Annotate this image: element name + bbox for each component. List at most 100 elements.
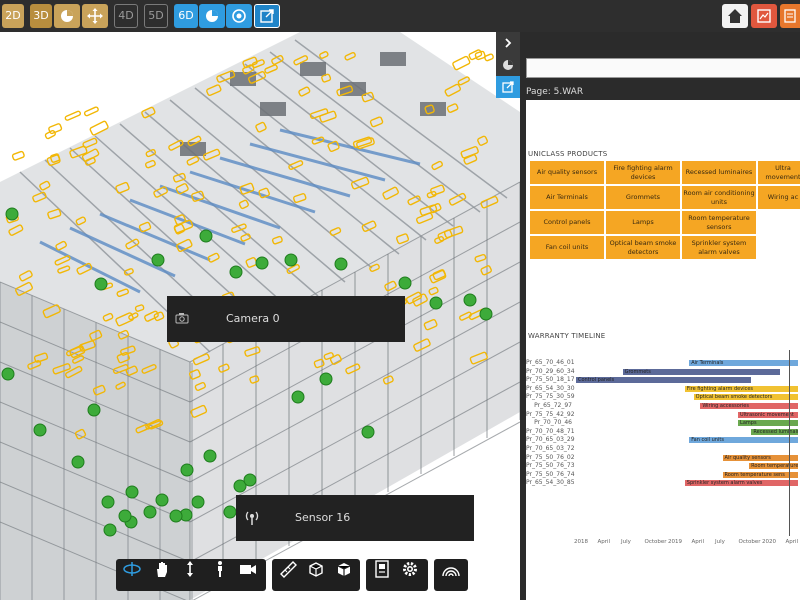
sensor-marker xyxy=(361,425,375,439)
sensor-marker xyxy=(33,423,47,437)
timeline-tick: April xyxy=(691,539,705,545)
page-selector-input[interactable] xyxy=(526,58,800,78)
sensor-marker xyxy=(143,505,157,519)
view-2d-button[interactable]: 2D xyxy=(2,4,24,28)
report-document: UNICLASS PRODUCTS Air quality sensors Fir… xyxy=(526,100,800,600)
uniclass-cell[interactable]: Room air conditioning units xyxy=(682,186,756,209)
timeline-bar[interactable]: Fire fighting alarm devices xyxy=(684,385,798,392)
timeline-tick: 2018 xyxy=(574,539,588,545)
timeline-row-label: Pr_75_75_42_92 xyxy=(526,410,575,418)
uniclass-cell[interactable]: Grommets xyxy=(606,186,680,209)
sensor-rainbow-icon[interactable] xyxy=(440,559,462,579)
timeline-bar[interactable]: Control panels xyxy=(576,377,752,384)
uniclass-cell[interactable]: Ultra movement xyxy=(758,161,800,184)
timeline-bar[interactable]: Sprinkler system alarm valves xyxy=(684,480,798,487)
pie-chart-icon xyxy=(206,10,218,22)
rooftop-unit xyxy=(300,62,326,76)
view-3d-button[interactable]: 3D xyxy=(30,4,52,28)
pan-hand-icon[interactable] xyxy=(152,559,172,579)
collapse-panel-button[interactable] xyxy=(496,32,520,54)
panel-header xyxy=(520,32,800,54)
uniclass-cell[interactable]: Recessed luminaires xyxy=(682,161,756,184)
sensor-marker xyxy=(5,207,19,221)
timeline-bar[interactable]: Optical beam smoke detectors xyxy=(693,394,798,401)
timeline-bar[interactable]: Wiring accessories xyxy=(700,403,798,409)
panel-analytics-button[interactable] xyxy=(496,54,520,76)
6d-analytics-button[interactable] xyxy=(199,4,225,28)
app-root: 2D 3D 4D 5D 6D Camera 0 Sensor 16 Page: … xyxy=(0,0,800,600)
analytics-button[interactable] xyxy=(54,4,80,28)
settings-tools-group xyxy=(366,559,428,591)
documents-button[interactable] xyxy=(780,4,800,28)
uniclass-cell[interactable]: Optical beam smoke detectors xyxy=(606,236,680,259)
sensor-marker xyxy=(291,390,305,404)
vertical-move-icon[interactable] xyxy=(180,559,200,579)
timeline-bar[interactable]: Air quality sensors xyxy=(722,454,798,461)
uniclass-cell[interactable]: Air quality sensors xyxy=(530,161,604,184)
sensor-marker xyxy=(180,463,194,477)
navigate-button[interactable] xyxy=(82,4,108,28)
timeline-bar[interactable]: Grommets xyxy=(622,368,781,375)
uniclass-cell[interactable]: Control panels xyxy=(530,211,604,234)
view-5d-button[interactable]: 5D xyxy=(144,4,168,28)
uniclass-cell[interactable]: Sprinkler system alarm valves xyxy=(682,236,756,259)
top-toolbar: 2D 3D 4D 5D 6D xyxy=(0,0,800,32)
settings-gear-icon[interactable] xyxy=(400,559,420,579)
sensor-marker xyxy=(87,403,101,417)
equipment-highlight xyxy=(44,129,56,140)
sensor-info-panel: Sensor 16 xyxy=(236,495,474,541)
sensor-marker xyxy=(151,253,165,267)
reports-button[interactable] xyxy=(751,4,777,28)
uniclass-cell[interactable]: Fan coil units xyxy=(530,236,604,259)
properties-icon[interactable] xyxy=(372,559,392,579)
3d-viewport[interactable]: Camera 0 Sensor 16 xyxy=(0,32,520,600)
timeline-tick: 2019 xyxy=(668,539,682,545)
equipment-highlight xyxy=(83,106,99,117)
equipment-highlight xyxy=(64,110,82,121)
sensor-marker xyxy=(429,296,443,310)
pie-chart-icon xyxy=(61,10,73,22)
report-icon xyxy=(757,9,771,23)
sensor-marker xyxy=(479,307,493,321)
timeline-bar[interactable]: Fan coil units xyxy=(689,437,798,444)
model-box-icon[interactable] xyxy=(334,559,354,579)
6d-target-button[interactable] xyxy=(226,4,252,28)
panel-open-external-button[interactable] xyxy=(496,76,520,98)
rooftop-unit xyxy=(380,52,406,66)
sensor-marker xyxy=(191,495,205,509)
walk-person-icon[interactable] xyxy=(210,559,230,579)
uniclass-cell[interactable]: Lamps xyxy=(606,211,680,234)
view-6d-button[interactable]: 6D xyxy=(174,4,198,28)
sensor-marker xyxy=(169,509,183,523)
sensor-tools-group xyxy=(434,559,468,591)
timeline-bar[interactable]: Room temperature sens xyxy=(749,463,798,470)
camera-icon[interactable] xyxy=(238,559,258,579)
timeline-row-label: Pr_70_70_48_71 xyxy=(526,427,575,435)
section-box-icon[interactable] xyxy=(306,559,326,579)
page-label: Page: 5.WAR xyxy=(526,87,584,97)
timeline-bar[interactable]: Recessed luminaires xyxy=(751,428,798,435)
equipment-highlight xyxy=(11,150,25,161)
sensor-marker xyxy=(199,229,213,243)
uniclass-cell[interactable]: Room temperature sensors xyxy=(682,211,756,234)
sensor-marker xyxy=(243,473,257,487)
sensor-marker xyxy=(334,257,348,271)
timeline-tick: 2020 xyxy=(762,539,776,545)
uniclass-cell[interactable]: Air Terminals xyxy=(530,186,604,209)
sensor-marker xyxy=(155,493,169,507)
camera-label: Camera 0 xyxy=(226,312,280,325)
view-4d-button[interactable]: 4D xyxy=(114,4,138,28)
uniclass-cell[interactable]: Fire fighting alarm devices xyxy=(606,161,680,184)
timeline-tick: April xyxy=(597,539,611,545)
timeline-bar[interactable]: Room temperature sens xyxy=(722,471,798,478)
sensor-marker xyxy=(101,495,115,509)
chevron-right-icon xyxy=(505,38,512,48)
measure-ruler-icon[interactable] xyxy=(278,559,298,579)
6d-open-panel-button[interactable] xyxy=(254,4,280,28)
timeline-bar[interactable]: Air Terminals xyxy=(689,360,798,366)
home-button[interactable] xyxy=(722,4,748,28)
orbit-icon[interactable] xyxy=(122,559,142,579)
uniclass-cell[interactable]: Wiring ac xyxy=(758,186,800,209)
timeline-tick: April xyxy=(785,539,799,545)
sensor-marker xyxy=(1,367,15,381)
